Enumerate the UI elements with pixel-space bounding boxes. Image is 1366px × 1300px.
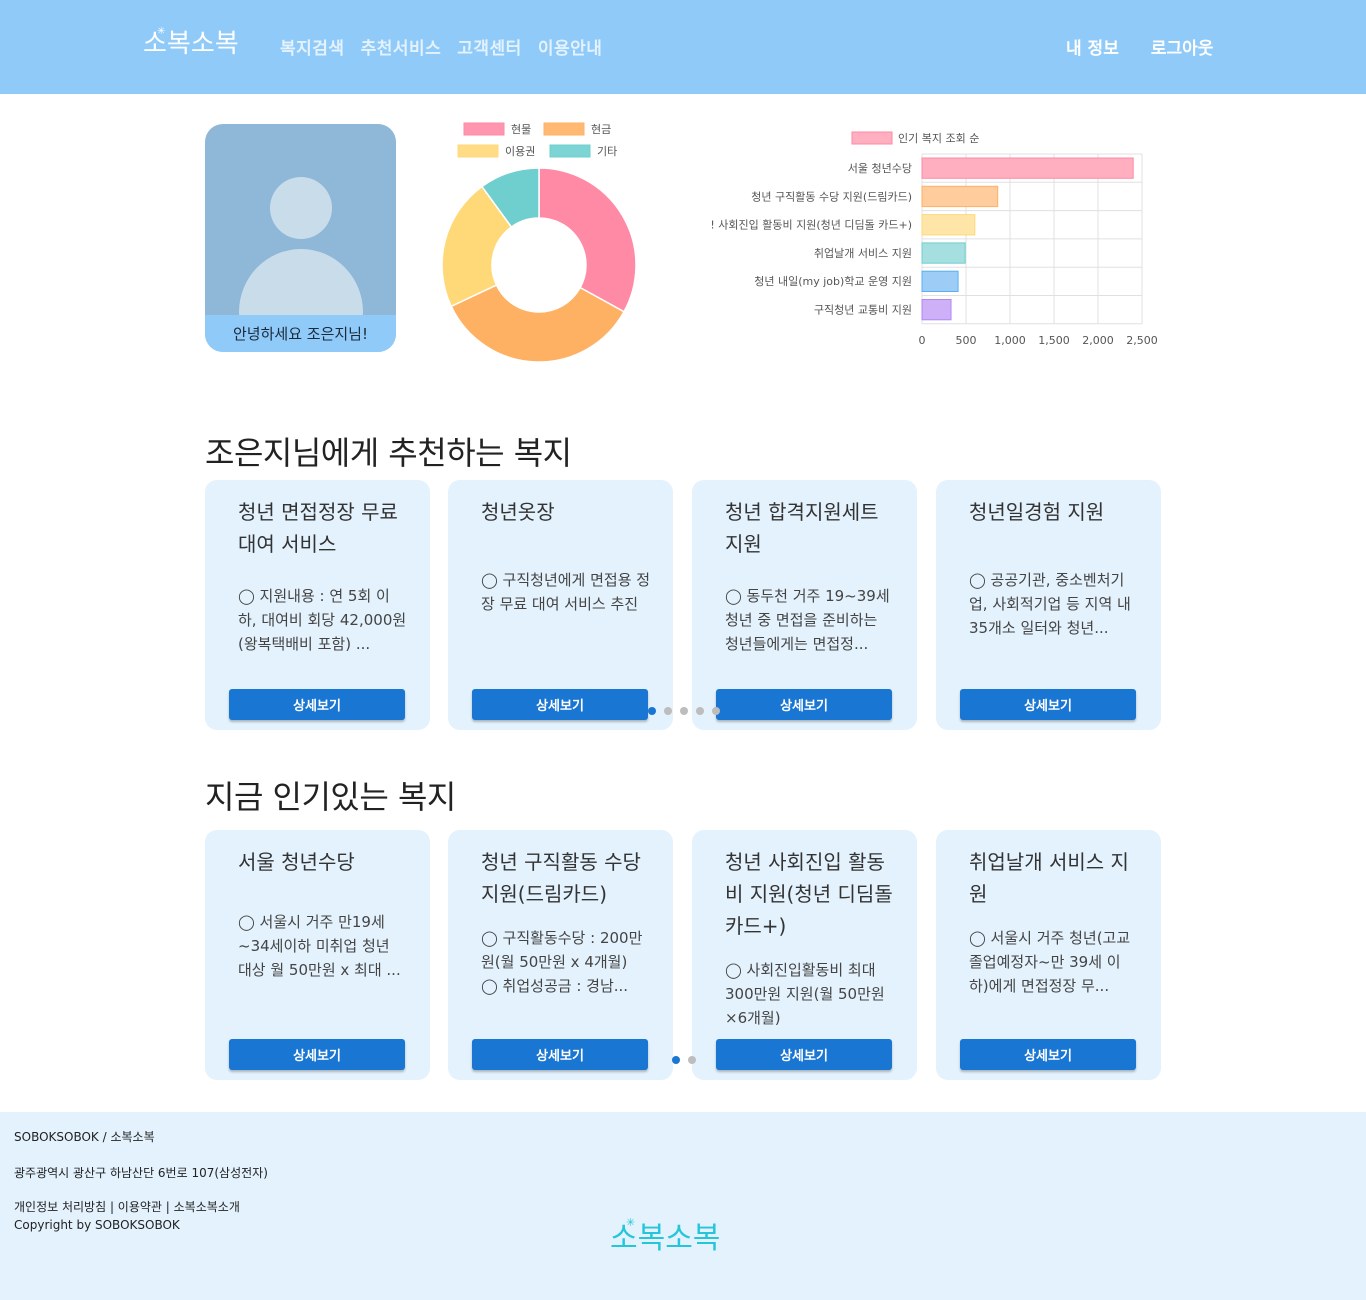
bar: [921, 270, 959, 292]
detail-button[interactable]: 상세보기: [960, 689, 1136, 720]
detail-button[interactable]: 상세보기: [472, 689, 648, 720]
footer-logo[interactable]: 소복소복 ✳: [610, 1212, 725, 1264]
legend-swatch: [463, 122, 505, 136]
y-tick-label: 청년 내일(my job)학교 운영 지원: [754, 274, 912, 288]
card-description: ◯ 동두천 거주 19~39세 청년 중 면접을 준비하는 청년들에게는 면접정…: [725, 587, 890, 653]
x-tick-label: 2,500: [1126, 334, 1158, 347]
benefit-type-doughnut-chart: 현물 현금이용권 기타: [441, 122, 637, 363]
carousel-dot[interactable]: [696, 707, 704, 715]
popular-card: 서울 청년수당 ◯ 서울시 거주 만19세~34세이하 미취업 청년 대상 월 …: [205, 830, 430, 1080]
x-tick-label: 2,000: [1082, 334, 1114, 347]
legend-swatch: [851, 131, 893, 145]
footer-logo-snow-icon: ✳: [626, 1216, 635, 1229]
bar: [921, 157, 1134, 179]
y-tick-label: ! 사회진입 활동비 지원(청년 디딤돌 카드+): [710, 218, 912, 232]
y-tick-label: 구직청년 교통비 지원: [814, 304, 912, 317]
legend-label: 현금: [591, 123, 611, 136]
main-nav: 복지검색 추천서비스 고객센터 이용안내: [280, 34, 602, 59]
popular-section-title: 지금 인기있는 복지: [205, 778, 456, 816]
x-tick-label: 0: [919, 334, 926, 347]
card-title: 청년일경험 지원: [969, 500, 1105, 524]
card-description: ◯ 지원내용 : 연 5회 이하, 대여비 회당 42,000원(왕복택배비 포…: [238, 587, 407, 653]
card-title: 서울 청년수당: [238, 850, 355, 874]
bar: [921, 185, 999, 208]
page-footer: SOBOKSOBOK / 소복소복 광주광역시 광산구 하남산단 6번로 107…: [0, 1112, 1366, 1300]
legend-swatch: [457, 144, 499, 158]
x-tick-label: 500: [956, 334, 977, 347]
legend-label: 이용권: [505, 145, 535, 158]
detail-button[interactable]: 상세보기: [716, 1039, 892, 1070]
doughnut-slice: [538, 167, 637, 313]
card-description: ◯ 구직활동수당 : 200만원(월 50만원 x 4개월) ◯ 취업성공금 :…: [481, 929, 643, 995]
carousel-dot[interactable]: [664, 707, 672, 715]
popular-card: 청년 구직활동 수당 지원(드림카드) ◯ 구직활동수당 : 200만원(월 5…: [448, 830, 673, 1080]
y-tick-label: 서울 청년수당: [848, 162, 912, 175]
nav-welfare-search[interactable]: 복지검색: [280, 34, 345, 59]
detail-button[interactable]: 상세보기: [716, 689, 892, 720]
y-tick-label: 청년 구직활동 수당 지원(드림카드): [751, 189, 912, 203]
detail-button[interactable]: 상세보기: [229, 689, 405, 720]
nav-usage-guide[interactable]: 이용안내: [538, 34, 603, 59]
popular-card: 취업날개 서비스 지원 ◯ 서울시 거주 청년(고교졸업예정자~만 39세 이하…: [936, 830, 1161, 1080]
logout-link[interactable]: 로그아웃: [1151, 34, 1214, 59]
user-nav: 내 정보 로그아웃: [1066, 34, 1213, 59]
recommend-card: 청년 면접정장 무료 대여 서비스 ◯ 지원내용 : 연 5회 이하, 대여비 …: [205, 480, 430, 730]
footer-links[interactable]: 개인정보 처리방침 | 이용약관 | 소복소복소개: [14, 1198, 240, 1215]
card-title: 청년 면접정장 무료 대여 서비스: [238, 500, 398, 556]
card-description: ◯ 사회진입활동비 최대 300만원 지원(월 50만원 ×6개월): [725, 961, 885, 1027]
recommend-card: 청년 합격지원세트 지원 ◯ 동두천 거주 19~39세 청년 중 면접을 준비…: [692, 480, 917, 730]
bar: [921, 242, 966, 264]
card-description: ◯ 서울시 거주 청년(고교졸업예정자~만 39세 이하)에게 면접정장 무..…: [969, 929, 1131, 995]
card-description: ◯ 구직청년에게 면접용 정장 무료 대여 서비스 추진: [481, 571, 651, 613]
detail-button[interactable]: 상세보기: [472, 1039, 648, 1070]
detail-button[interactable]: 상세보기: [229, 1039, 405, 1070]
card-title: 청년 구직활동 수당 지원(드림카드): [481, 850, 641, 906]
carousel-dot[interactable]: [712, 707, 720, 715]
profile-card: 안녕하세요 조은지님!: [205, 124, 396, 352]
x-tick-label: 1,000: [994, 334, 1026, 347]
card-description: ◯ 공공기관, 중소벤처기업, 사회적기업 등 지역 내 35개소 일터와 청년…: [969, 571, 1131, 637]
recommend-card: 청년옷장 ◯ 구직청년에게 면접용 정장 무료 대여 서비스 추진 상세보기: [448, 480, 673, 730]
bar: [921, 299, 952, 321]
footer-company: SOBOKSOBOK / 소복소복: [14, 1130, 155, 1144]
card-title: 청년 합격지원세트 지원: [725, 500, 879, 556]
footer-address: 광주광역시 광산구 하남산단 6번로 107(삼성전자): [14, 1166, 268, 1180]
legend-label: 기타: [597, 145, 617, 158]
carousel-dot[interactable]: [672, 1056, 680, 1064]
legend-swatch: [543, 122, 585, 136]
card-description: ◯ 서울시 거주 만19세~34세이하 미취업 청년 대상 월 50만원 x 최…: [238, 913, 401, 979]
card-title: 청년 사회진입 활동비 지원(청년 디딤돌 카드+): [725, 850, 893, 938]
bar: [921, 214, 976, 236]
x-tick-label: 1,500: [1038, 334, 1070, 347]
carousel-dot[interactable]: [648, 707, 656, 715]
top-header: 소복소복 ✳ 복지검색 추천서비스 고객센터 이용안내 내 정보 로그아웃: [0, 0, 1366, 94]
carousel-dot[interactable]: [680, 707, 688, 715]
profile-greeting: 안녕하세요 조은지님!: [205, 315, 396, 352]
recommend-carousel-dots: [648, 707, 720, 715]
recommend-section-title: 조은지님에게 추천하는 복지: [205, 434, 572, 472]
nav-customer-center[interactable]: 고객센터: [457, 34, 522, 59]
recommend-card: 청년일경험 지원 ◯ 공공기관, 중소벤처기업, 사회적기업 등 지역 내 35…: [936, 480, 1161, 730]
nav-recommend-service[interactable]: 추천서비스: [361, 34, 442, 59]
brand-logo[interactable]: 소복소복 ✳: [143, 22, 243, 68]
card-title: 청년옷장: [481, 500, 555, 524]
footer-copyright: Copyright by SOBOKSOBOK: [14, 1218, 180, 1232]
popular-welfare-bar-chart: 인기 복지 조회 순 0 500 1,000 1,500 2,000 2,500 서울 청년수…: [710, 131, 1158, 347]
logo-snow-icon: ✳: [157, 26, 165, 37]
legend-label: 현물: [511, 123, 531, 136]
popular-carousel-dots: [672, 1056, 696, 1064]
legend-swatch: [549, 144, 591, 158]
card-title: 취업날개 서비스 지원: [969, 850, 1129, 906]
legend-label: 인기 복지 조회 순: [898, 132, 979, 145]
my-info-link[interactable]: 내 정보: [1066, 34, 1119, 59]
detail-button[interactable]: 상세보기: [960, 1039, 1136, 1070]
popular-card: 청년 사회진입 활동비 지원(청년 디딤돌 카드+) ◯ 사회진입활동비 최대 …: [692, 830, 917, 1080]
y-tick-label: 취업날개 서비스 지원: [814, 247, 912, 260]
carousel-dot[interactable]: [688, 1056, 696, 1064]
